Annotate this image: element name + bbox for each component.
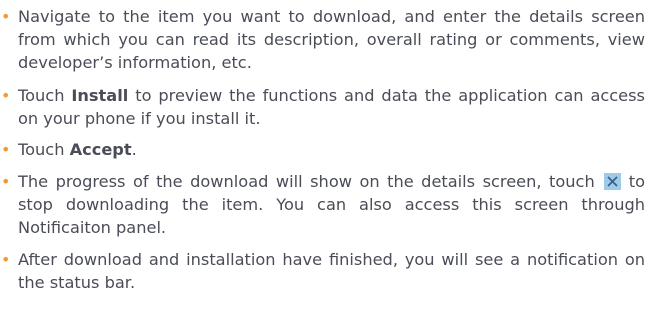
bullet: • xyxy=(1,172,11,191)
item-text: Touch Install to preview the functions a… xyxy=(18,84,645,130)
item-text: The progress of the download will show o… xyxy=(18,170,645,239)
list-item-notification: • After download and installation have f… xyxy=(0,248,645,294)
list-item-navigate: • Navigate to the item you want to downl… xyxy=(0,5,645,74)
item-text-before-icon: The progress of the download will show o… xyxy=(18,172,595,191)
item-text: After download and installation have fin… xyxy=(18,250,645,292)
list-item-accept: • Touch Accept. xyxy=(0,138,645,161)
close-x-icon xyxy=(604,173,622,190)
item-prefix: Touch xyxy=(18,86,72,105)
accept-keyword: Accept xyxy=(69,140,132,159)
item-text: Touch Accept. xyxy=(18,138,645,161)
bullet: • xyxy=(1,7,11,26)
bullet: • xyxy=(1,86,11,105)
bullet: • xyxy=(1,250,11,269)
item-suffix: . xyxy=(131,140,137,159)
bullet: • xyxy=(1,140,11,159)
install-keyword: Install xyxy=(71,86,129,105)
instruction-document: • Navigate to the item you want to downl… xyxy=(0,0,655,311)
item-text: Navigate to the item you want to downloa… xyxy=(18,7,645,72)
list-item-install: • Touch Install to preview the functions… xyxy=(0,84,645,130)
list-item-progress: • The progress of the download will show… xyxy=(0,170,645,239)
item-prefix: Touch xyxy=(18,140,70,159)
